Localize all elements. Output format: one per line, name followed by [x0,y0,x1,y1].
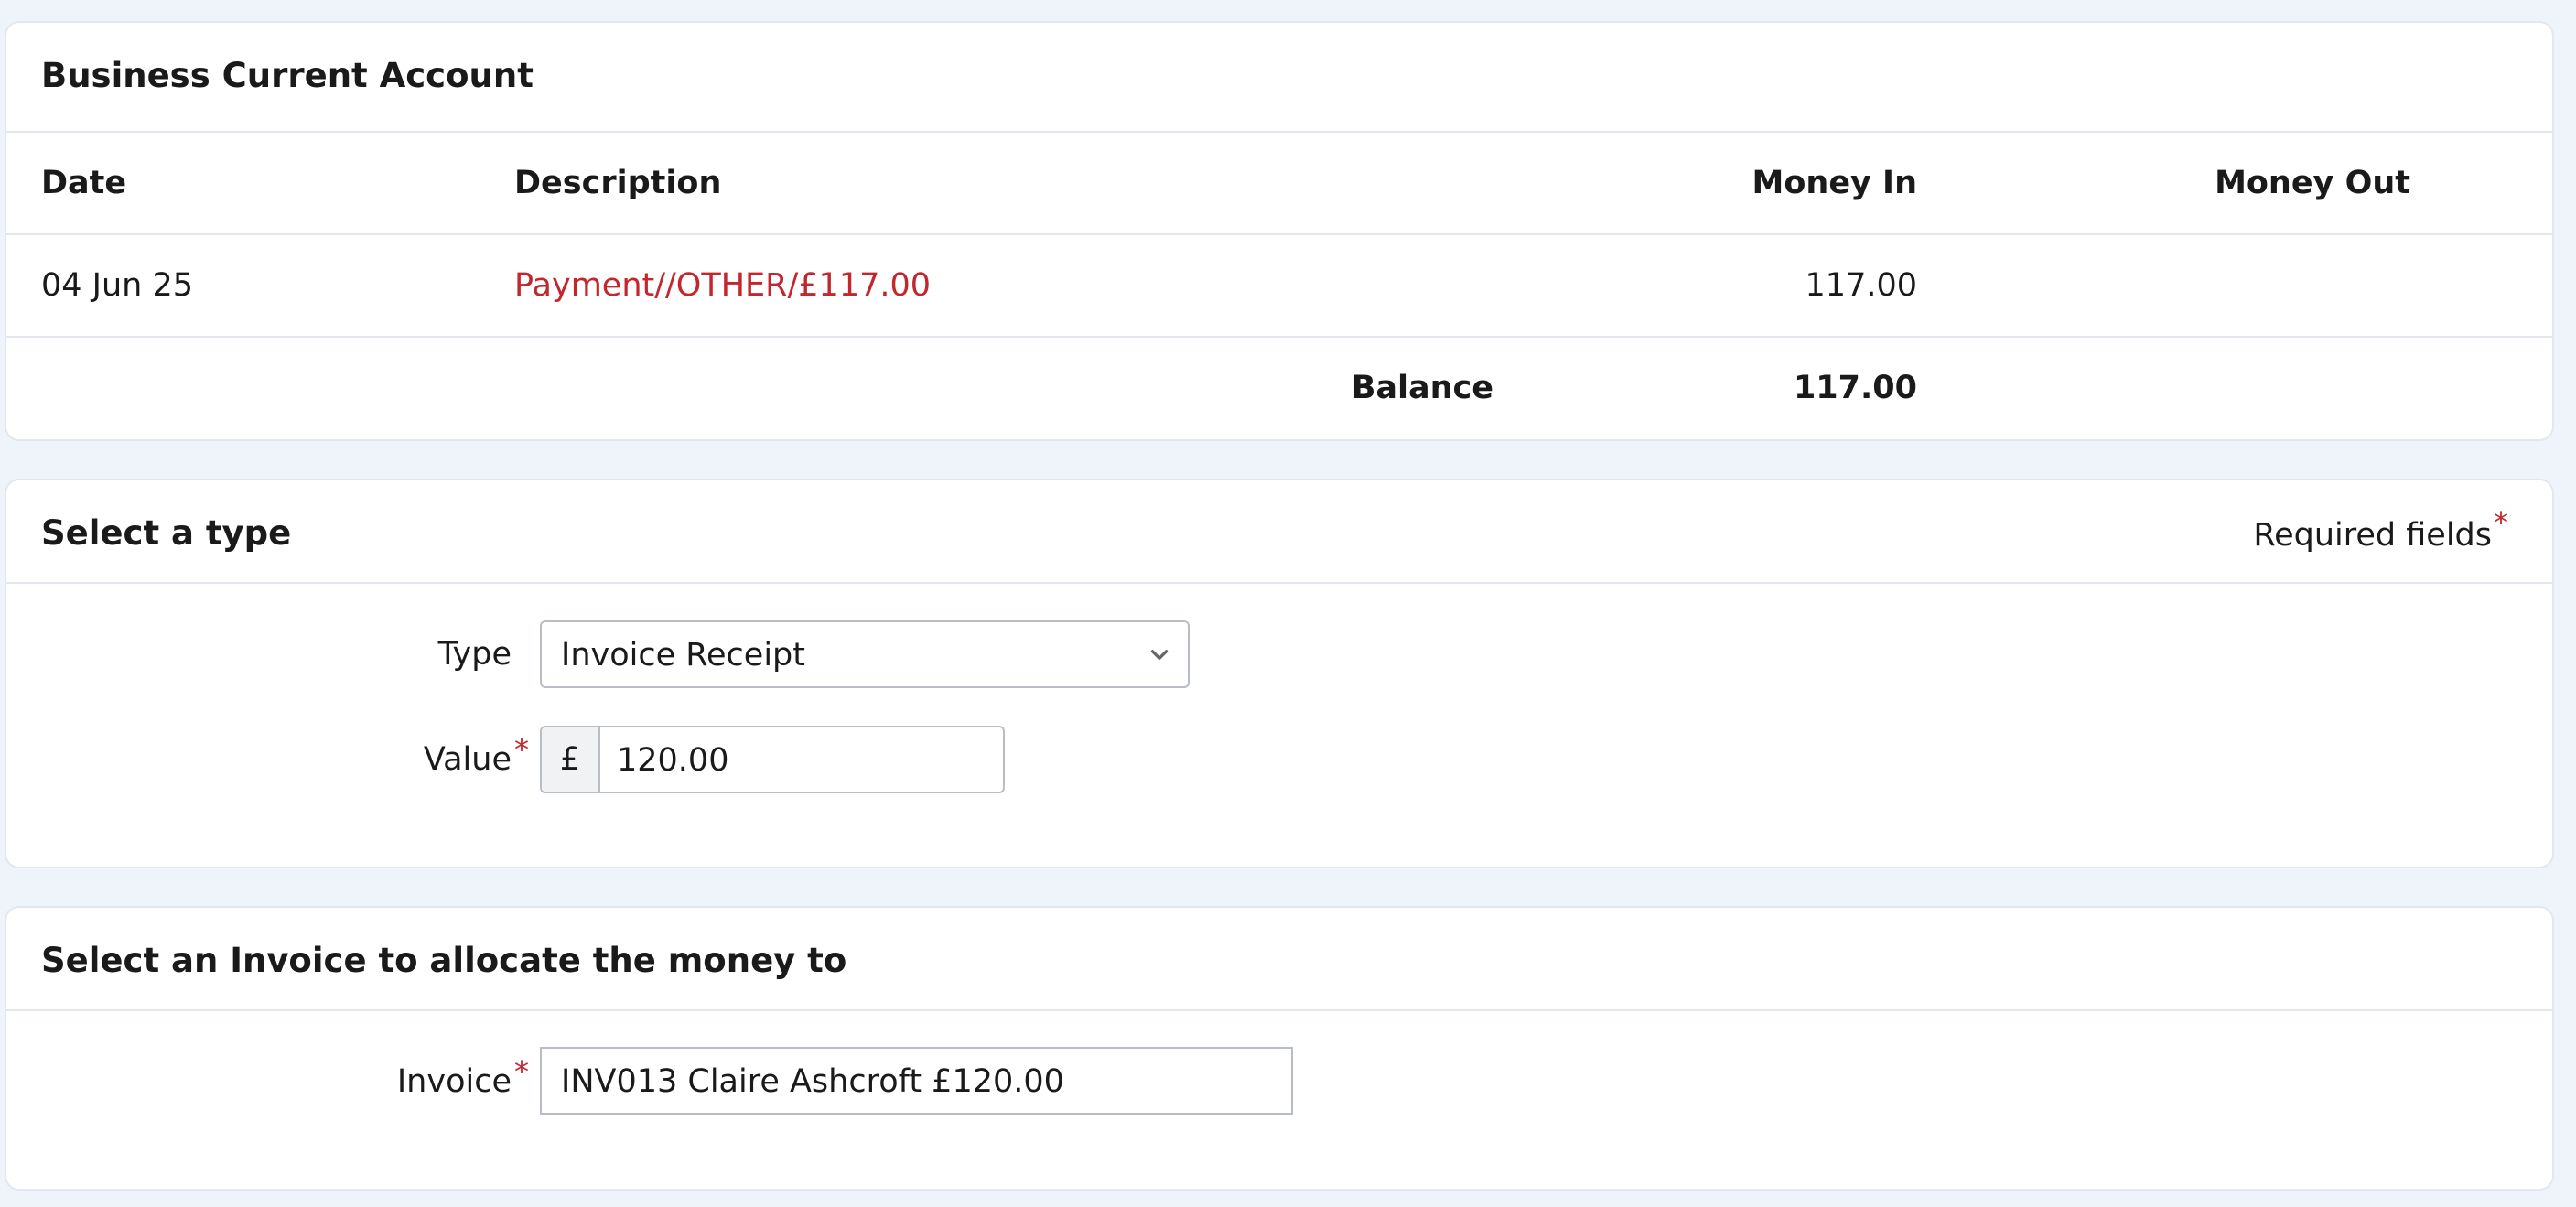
type-select[interactable]: Invoice Receipt [540,620,1190,688]
value-input[interactable]: 120.00 [617,742,728,779]
column-header-date: Date [41,165,127,201]
required-fields-note: Required fields* [2253,505,2508,554]
balance-value: 117.00 [1793,370,1917,406]
divider [6,1009,2552,1011]
divider [6,582,2552,584]
account-card: Business Current Account Date Descriptio… [5,21,2554,441]
invoice-label-wrap: Invoice [397,1063,512,1100]
invoice-card: Select an Invoice to allocate the money … [5,906,2554,1191]
type-section-title: Select a type [41,513,292,553]
invoice-input[interactable]: INV013 Claire Ashcroft £120.00 [540,1047,1293,1115]
type-label: Type [437,636,512,673]
account-title: Business Current Account [41,56,534,95]
required-star: * [514,1054,529,1089]
divider [6,131,2552,133]
column-header-money-in: Money In [1751,165,1917,201]
required-star: * [514,732,529,767]
divider [6,233,2552,235]
invoice-section-title: Select an Invoice to allocate the money … [41,941,847,980]
chevron-down-icon [1150,650,1169,660]
currency-addon: £ [542,727,600,792]
divider [6,336,2552,338]
type-card: Select a type Required fields* Type Invo… [5,479,2554,868]
required-fields-text: Required fields [2253,517,2492,554]
invoice-label: Invoice [396,1063,512,1100]
type-select-value: Invoice Receipt [561,637,805,674]
value-label-wrap: Value [424,741,512,778]
required-star: * [2494,505,2508,540]
balance-label: Balance [1351,370,1493,406]
column-header-money-out: Money Out [2215,165,2410,201]
value-input-group: £ 120.00 [540,726,1005,793]
column-header-description: Description [514,165,722,201]
row-description-link[interactable]: Payment//OTHER/£117.00 [514,267,931,304]
row-date: 04 Jun 25 [41,267,194,304]
value-label: Value [423,741,512,778]
row-money-in: 117.00 [1805,267,1917,304]
invoice-input-value: INV013 Claire Ashcroft £120.00 [561,1063,1064,1100]
